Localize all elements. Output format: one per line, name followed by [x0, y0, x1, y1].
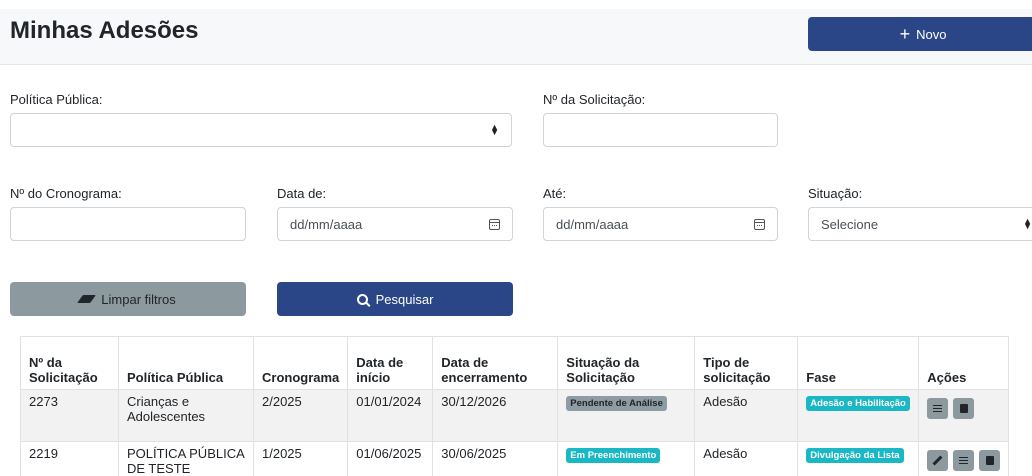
- cell-inicio: 01/01/2024: [347, 389, 434, 442]
- data-de-input[interactable]: dd/mm/aaaa: [277, 207, 513, 241]
- search-icon: [356, 293, 368, 305]
- col-acoes: Ações: [918, 336, 1010, 390]
- list-icon: [933, 405, 943, 412]
- select-arrows-icon: ▲ ▼: [490, 122, 499, 137]
- col-inicio: Data de início: [347, 336, 434, 390]
- data-de-label: Data de:: [277, 186, 327, 201]
- solicitacao-label: Nº da Solicitação:: [543, 92, 646, 107]
- col-fase: Fase: [797, 336, 920, 390]
- cell-cronograma: 1/2025: [252, 441, 349, 476]
- situacao-select[interactable]: Selecione ▲ ▼: [808, 207, 1032, 241]
- situacao-label: Situação:: [808, 186, 863, 201]
- cell-situacao: Em Preenchimento: [557, 441, 696, 476]
- clear-filters-label: Limpar filtros: [101, 291, 176, 307]
- status-badge: Em Preenchimento: [566, 448, 661, 463]
- cell-encerramento: 30/06/2025: [432, 441, 559, 476]
- table-row: 2273 Crianças e Adolescentes 2/2025 01/0…: [20, 389, 1010, 442]
- col-encerramento: Data de encerramento: [432, 336, 559, 390]
- cell-inicio: 01/06/2025: [347, 441, 434, 476]
- edit-button[interactable]: [927, 450, 949, 471]
- adesoes-table: Nº da Solicitação Política Pública Crono…: [20, 336, 1010, 476]
- cell-numero: 2273: [20, 389, 119, 442]
- col-situacao: Situação da Solicitação: [557, 336, 696, 390]
- select-arrows-icon: ▲ ▼: [1023, 216, 1032, 231]
- col-numero: Nº da Solicitação: [20, 336, 119, 390]
- cell-tipo: Adesão: [694, 389, 799, 442]
- politica-label: Política Pública:: [10, 92, 103, 107]
- cell-cronograma: 2/2025: [252, 389, 349, 442]
- cell-numero: 2219: [20, 441, 119, 476]
- plus-icon: +: [899, 24, 911, 44]
- page-header: Minhas Adesões + Novo: [0, 9, 1032, 65]
- cell-situacao: Pendente de Análise: [557, 389, 696, 442]
- list-icon: [959, 457, 969, 464]
- calendar-icon[interactable]: [489, 218, 500, 230]
- cell-fase: Divulgação da Lista: [797, 441, 920, 476]
- col-tipo: Tipo de solicitação: [694, 336, 799, 390]
- list-button[interactable]: [927, 398, 949, 419]
- schedule-button[interactable]: [953, 398, 975, 419]
- pencil-icon: [932, 455, 943, 466]
- table-header-row: Nº da Solicitação Política Pública Crono…: [20, 336, 1010, 390]
- status-badge: Pendente de Análise: [566, 396, 667, 411]
- solicitacao-input[interactable]: [543, 113, 778, 147]
- situacao-select-value: Selecione: [821, 216, 879, 232]
- cell-fase: Adesão e Habilitação: [797, 389, 920, 442]
- calendar-icon[interactable]: [754, 218, 765, 230]
- cell-politica: POLÍTICA PÚBLICA DE TESTE: [118, 441, 254, 476]
- cell-acoes: [918, 389, 1010, 442]
- clear-filters-button[interactable]: Limpar filtros: [10, 282, 246, 316]
- search-button-label: Pesquisar: [375, 291, 434, 307]
- ate-input[interactable]: dd/mm/aaaa: [543, 207, 778, 241]
- calendar-icon: [959, 404, 968, 413]
- table-row: 2219 POLÍTICA PÚBLICA DE TESTE 1/2025 01…: [20, 441, 1010, 476]
- cell-acoes: [918, 441, 1010, 476]
- eraser-icon: [77, 295, 97, 303]
- cronograma-label: Nº do Cronograma:: [10, 186, 122, 201]
- phase-badge: Adesão e Habilitação: [806, 396, 910, 411]
- ate-label: Até:: [543, 186, 567, 201]
- new-button-label: Novo: [916, 26, 947, 42]
- phase-badge: Divulgação da Lista: [806, 448, 904, 463]
- cronograma-input[interactable]: [10, 207, 246, 241]
- page-title: Minhas Adesões: [10, 17, 199, 44]
- calendar-icon: [985, 456, 994, 465]
- cell-encerramento: 30/12/2026: [432, 389, 559, 442]
- schedule-button[interactable]: [979, 450, 1001, 471]
- col-politica: Política Pública: [118, 336, 254, 390]
- col-cronograma: Cronograma: [252, 336, 349, 390]
- ate-placeholder: dd/mm/aaaa: [556, 216, 629, 232]
- data-de-placeholder: dd/mm/aaaa: [290, 216, 363, 232]
- cell-politica: Crianças e Adolescentes: [118, 389, 254, 442]
- search-button[interactable]: Pesquisar: [277, 282, 513, 316]
- politica-select[interactable]: ▲ ▼: [10, 113, 512, 147]
- cell-tipo: Adesão: [694, 441, 799, 476]
- new-button[interactable]: + Novo: [808, 17, 1032, 51]
- list-button[interactable]: [953, 450, 975, 471]
